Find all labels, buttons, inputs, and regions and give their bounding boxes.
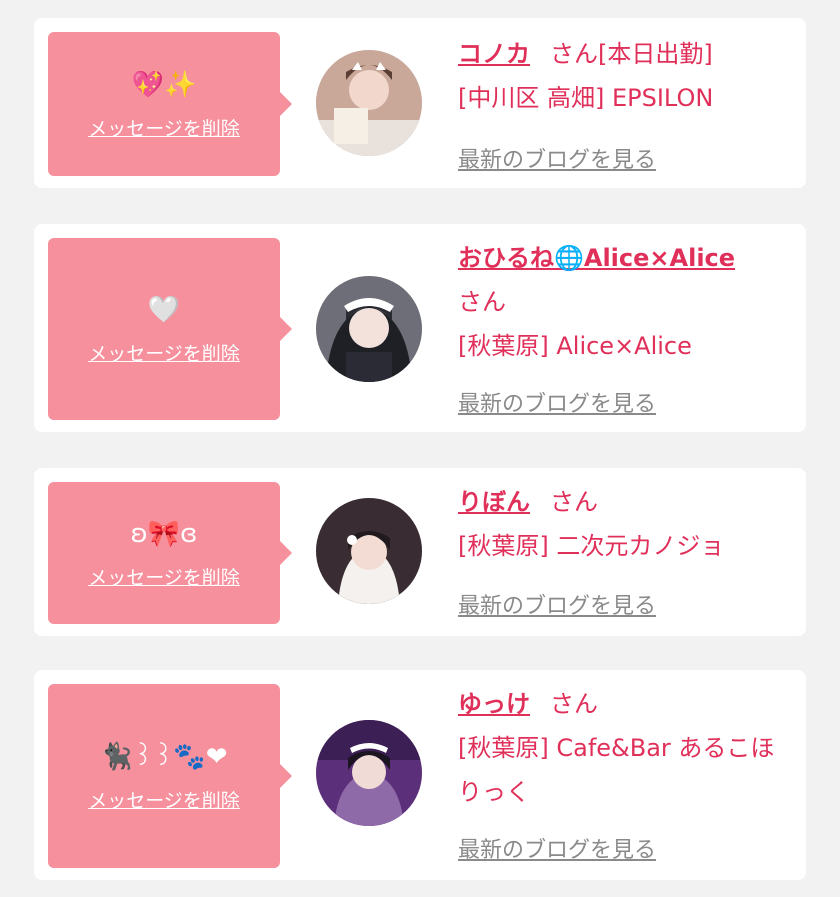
avatar[interactable]	[316, 276, 422, 382]
latest-blog-link[interactable]: 最新のブログを見る	[458, 386, 656, 418]
cast-name-link[interactable]: りぼん	[458, 488, 530, 516]
message-card: ʚ🎀ɞ メッセージを削除 りぼん さん [秋葉原] 二次元カノジョ 最新のブログを…	[34, 468, 806, 636]
honorific: さん	[458, 288, 506, 316]
message-emoji: 🐈‍⬛꒱꒱🐾❤	[100, 741, 228, 772]
message-card: 💖✨ メッセージを削除 コノカ さん[本日出勤] [中川区 高畑] EPSILON…	[34, 18, 806, 188]
message-emoji: ʚ🎀ɞ	[130, 518, 198, 549]
delete-message-link[interactable]: メッセージを削除	[88, 114, 240, 141]
shop-label: [秋葉原] Alice×Alice	[458, 332, 692, 360]
cast-info: おひるね🌐Alice×Alice さん [秋葉原] Alice×Alice	[458, 236, 786, 368]
delete-message-link[interactable]: メッセージを削除	[88, 339, 240, 366]
delete-message-link[interactable]: メッセージを削除	[88, 563, 240, 590]
message-bubble: 🤍 メッセージを削除	[48, 238, 292, 420]
delete-message-link[interactable]: メッセージを削除	[88, 786, 240, 813]
shop-label: [秋葉原] 二次元カノジョ	[458, 532, 725, 560]
avatar[interactable]	[316, 498, 422, 604]
latest-blog-link[interactable]: 最新のブログを見る	[458, 588, 656, 620]
cast-name-link[interactable]: ゆっけ	[458, 690, 530, 718]
latest-blog-link[interactable]: 最新のブログを見る	[458, 142, 656, 174]
message-card: 🤍 メッセージを削除 おひるね🌐Alice×Alice さん [秋葉原] Ali…	[34, 224, 806, 432]
latest-blog-link[interactable]: 最新のブログを見る	[458, 832, 656, 864]
honorific: さん	[550, 488, 598, 516]
message-emoji: 🤍	[147, 294, 181, 325]
cast-info: ゆっけ さん [秋葉原] Cafe&Bar あるこほりっく	[458, 682, 786, 814]
message-card: 🐈‍⬛꒱꒱🐾❤ メッセージを削除 ゆっけ さん [秋葉原] Cafe&Bar ある…	[34, 670, 806, 880]
message-bubble: ʚ🎀ɞ メッセージを削除	[48, 482, 292, 624]
message-bubble: 💖✨ メッセージを削除	[48, 32, 292, 176]
cast-info: コノカ さん[本日出勤] [中川区 高畑] EPSILON	[458, 32, 786, 120]
message-bubble: 🐈‍⬛꒱꒱🐾❤ メッセージを削除	[48, 684, 292, 868]
avatar[interactable]	[316, 50, 422, 156]
avatar[interactable]	[316, 720, 422, 826]
shop-label: [中川区 高畑] EPSILON	[458, 84, 714, 112]
honorific: さん	[550, 40, 598, 68]
honorific: さん	[550, 690, 598, 718]
cast-name-link[interactable]: おひるね🌐Alice×Alice	[458, 244, 735, 272]
status-label: [本日出勤]	[598, 40, 713, 68]
shop-label: [秋葉原] Cafe&Bar あるこほりっく	[458, 734, 775, 806]
cast-info: りぼん さん [秋葉原] 二次元カノジョ	[458, 480, 786, 568]
cast-name-link[interactable]: コノカ	[458, 40, 530, 68]
message-emoji: 💖✨	[131, 69, 197, 100]
